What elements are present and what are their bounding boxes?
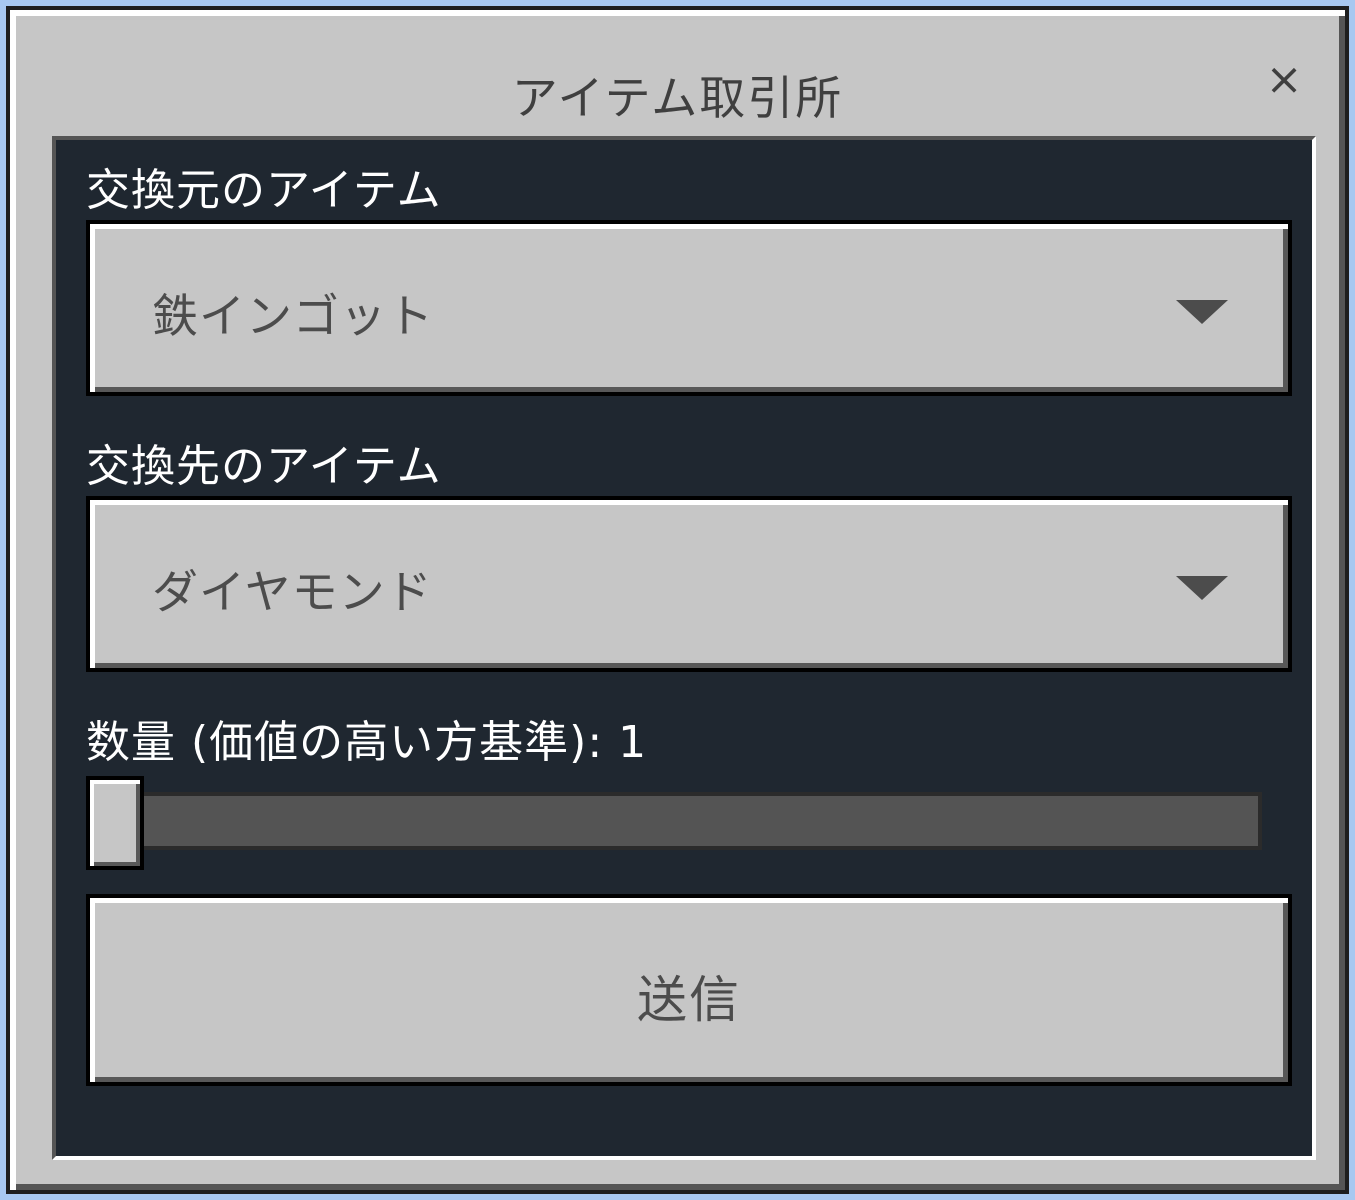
source-item-dropdown[interactable]: 鉄インゴット xyxy=(86,220,1292,396)
dialog-title: アイテム取引所 xyxy=(511,71,844,125)
target-item-dropdown[interactable]: ダイヤモンド xyxy=(86,496,1292,672)
target-item-label: 交換先のアイテム xyxy=(86,441,442,492)
target-item-value: ダイヤモンド xyxy=(152,565,433,619)
close-icon[interactable]: × xyxy=(1264,58,1304,102)
trade-dialog: アイテム取引所 × 交換元のアイテム 鉄インゴット 交換先のアイテム ダイヤモン… xyxy=(6,6,1349,1194)
quantity-slider-handle[interactable] xyxy=(86,776,144,870)
quantity-label: 数量 (価値の高い方基準): 1 xyxy=(86,717,648,768)
triangle-down-icon xyxy=(1176,300,1228,324)
submit-button-label: 送信 xyxy=(637,971,741,1029)
source-item-value: 鉄インゴット xyxy=(152,289,434,343)
triangle-down-icon xyxy=(1176,576,1228,600)
submit-button[interactable]: 送信 xyxy=(86,894,1292,1086)
quantity-slider-track[interactable] xyxy=(90,792,1262,850)
form-panel: 交換元のアイテム 鉄インゴット 交換先のアイテム ダイヤモンド 数量 (価値の高… xyxy=(52,136,1316,1160)
source-item-label: 交換元のアイテム xyxy=(86,165,442,216)
